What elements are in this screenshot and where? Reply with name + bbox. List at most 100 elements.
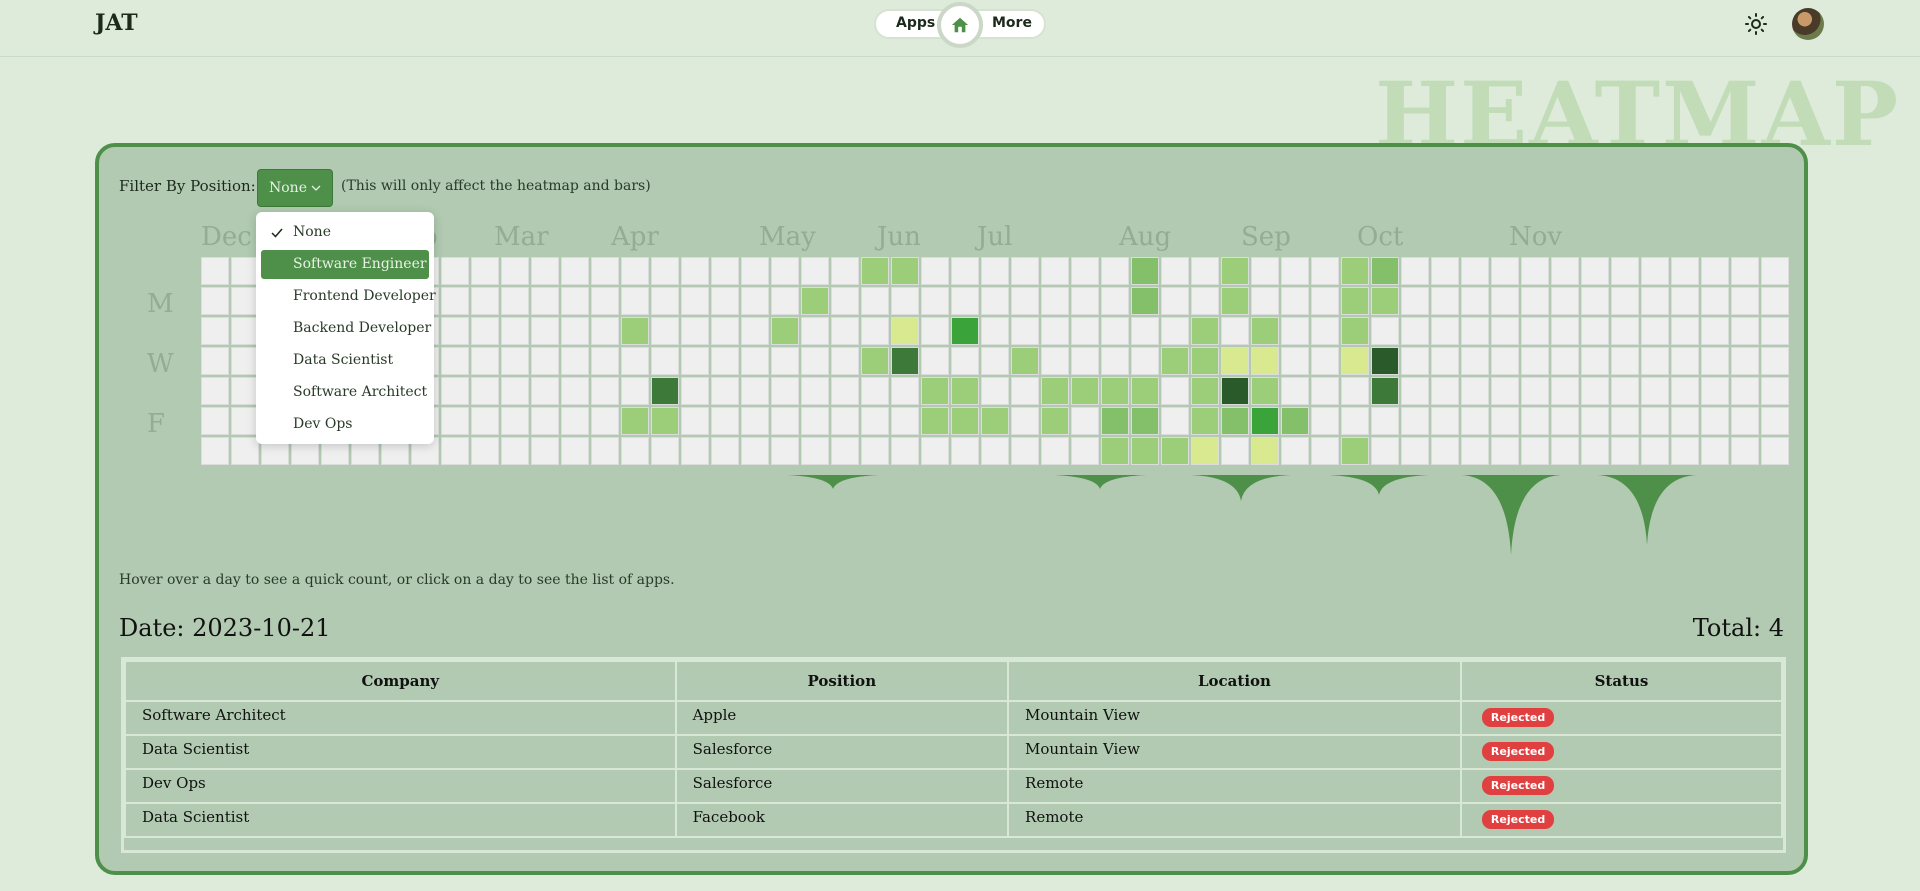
heatmap-day-cell[interactable] (621, 377, 649, 405)
heatmap-day-cell[interactable] (1611, 437, 1639, 465)
heatmap-day-cell[interactable] (861, 257, 889, 285)
heatmap-day-cell[interactable] (1251, 407, 1279, 435)
heatmap-day-cell[interactable] (741, 317, 769, 345)
heatmap-day-cell[interactable] (891, 317, 919, 345)
heatmap-day-cell[interactable] (1041, 287, 1069, 315)
heatmap-day-cell[interactable] (1341, 407, 1369, 435)
heatmap-day-cell[interactable] (981, 317, 1009, 345)
heatmap-day-cell[interactable] (1281, 257, 1309, 285)
heatmap-day-cell[interactable] (1371, 317, 1399, 345)
heatmap-day-cell[interactable] (621, 437, 649, 465)
home-button[interactable] (937, 2, 983, 48)
heatmap-day-cell[interactable] (1221, 257, 1249, 285)
heatmap-day-cell[interactable] (1521, 257, 1549, 285)
heatmap-day-cell[interactable] (1401, 347, 1429, 375)
heatmap-day-cell[interactable] (1401, 437, 1429, 465)
heatmap-day-cell[interactable] (1731, 407, 1759, 435)
heatmap-day-cell[interactable] (1041, 407, 1069, 435)
menu-item-data-scientist[interactable]: Data Scientist (261, 346, 429, 375)
heatmap-day-cell[interactable] (801, 377, 829, 405)
heatmap-day-cell[interactable] (231, 407, 259, 435)
heatmap-day-cell[interactable] (1431, 257, 1459, 285)
heatmap-day-cell[interactable] (951, 317, 979, 345)
heatmap-day-cell[interactable] (561, 377, 589, 405)
week-bar[interactable] (1054, 475, 1146, 489)
heatmap-day-cell[interactable] (1581, 407, 1609, 435)
table-row[interactable]: Dev Ops Salesforce Remote Rejected (124, 768, 1784, 804)
heatmap-day-cell[interactable] (441, 347, 469, 375)
heatmap-day-cell[interactable] (471, 347, 499, 375)
heatmap-day-cell[interactable] (651, 407, 679, 435)
heatmap-day-cell[interactable] (1761, 287, 1789, 315)
heatmap-day-cell[interactable] (1191, 317, 1219, 345)
heatmap-day-cell[interactable] (981, 287, 1009, 315)
heatmap-day-cell[interactable] (1101, 347, 1129, 375)
heatmap-day-cell[interactable] (1311, 257, 1339, 285)
heatmap-day-cell[interactable] (801, 287, 829, 315)
heatmap-day-cell[interactable] (1281, 437, 1309, 465)
heatmap-day-cell[interactable] (1131, 377, 1159, 405)
heatmap-day-cell[interactable] (531, 437, 559, 465)
heatmap-day-cell[interactable] (711, 317, 739, 345)
heatmap-day-cell[interactable] (1401, 287, 1429, 315)
heatmap-day-cell[interactable] (801, 317, 829, 345)
heatmap-day-cell[interactable] (831, 407, 859, 435)
heatmap-day-cell[interactable] (651, 437, 679, 465)
heatmap-day-cell[interactable] (1491, 257, 1519, 285)
heatmap-day-cell[interactable] (1371, 437, 1399, 465)
heatmap-day-cell[interactable] (1521, 287, 1549, 315)
heatmap-day-cell[interactable] (1371, 377, 1399, 405)
heatmap-day-cell[interactable] (951, 407, 979, 435)
heatmap-day-cell[interactable] (1191, 377, 1219, 405)
heatmap-day-cell[interactable] (1641, 317, 1669, 345)
heatmap-day-cell[interactable] (861, 377, 889, 405)
heatmap-day-cell[interactable] (1521, 407, 1549, 435)
heatmap-day-cell[interactable] (1461, 317, 1489, 345)
heatmap-day-cell[interactable] (1521, 377, 1549, 405)
heatmap-day-cell[interactable] (831, 377, 859, 405)
heatmap-day-cell[interactable] (1491, 377, 1519, 405)
heatmap-day-cell[interactable] (651, 317, 679, 345)
heatmap-day-cell[interactable] (201, 257, 229, 285)
heatmap-day-cell[interactable] (1491, 317, 1519, 345)
heatmap-day-cell[interactable] (1431, 317, 1459, 345)
heatmap-day-cell[interactable] (621, 317, 649, 345)
heatmap-day-cell[interactable] (1731, 287, 1759, 315)
heatmap-day-cell[interactable] (1251, 317, 1279, 345)
heatmap-day-cell[interactable] (681, 257, 709, 285)
heatmap-day-cell[interactable] (1671, 437, 1699, 465)
heatmap-day-cell[interactable] (1221, 407, 1249, 435)
heatmap-day-cell[interactable] (561, 407, 589, 435)
heatmap-day-cell[interactable] (1761, 257, 1789, 285)
heatmap-day-cell[interactable] (231, 347, 259, 375)
heatmap-day-cell[interactable] (561, 347, 589, 375)
heatmap-day-cell[interactable] (1011, 407, 1039, 435)
menu-item-backend-developer[interactable]: Backend Developer (261, 314, 431, 343)
heatmap-day-cell[interactable] (981, 257, 1009, 285)
heatmap-day-cell[interactable] (501, 347, 529, 375)
heatmap-day-cell[interactable] (1281, 377, 1309, 405)
heatmap-day-cell[interactable] (1011, 317, 1039, 345)
heatmap-day-cell[interactable] (711, 377, 739, 405)
heatmap-day-cell[interactable] (1761, 407, 1789, 435)
heatmap-day-cell[interactable] (621, 287, 649, 315)
heatmap-day-cell[interactable] (201, 317, 229, 345)
heatmap-day-cell[interactable] (891, 437, 919, 465)
heatmap-day-cell[interactable] (1551, 287, 1579, 315)
heatmap-day-cell[interactable] (561, 437, 589, 465)
heatmap-day-cell[interactable] (1431, 407, 1459, 435)
heatmap-day-cell[interactable] (1431, 377, 1459, 405)
heatmap-day-cell[interactable] (441, 257, 469, 285)
week-bar[interactable] (1597, 475, 1697, 545)
heatmap-day-cell[interactable] (1101, 437, 1129, 465)
heatmap-day-cell[interactable] (621, 347, 649, 375)
heatmap-day-cell[interactable] (1251, 257, 1279, 285)
heatmap-day-cell[interactable] (1101, 407, 1129, 435)
heatmap-day-cell[interactable] (1101, 377, 1129, 405)
heatmap-day-cell[interactable] (1101, 257, 1129, 285)
heatmap-day-cell[interactable] (1371, 407, 1399, 435)
heatmap-day-cell[interactable] (471, 317, 499, 345)
week-bar[interactable] (1329, 475, 1429, 495)
heatmap-day-cell[interactable] (591, 317, 619, 345)
heatmap-day-cell[interactable] (1161, 437, 1189, 465)
